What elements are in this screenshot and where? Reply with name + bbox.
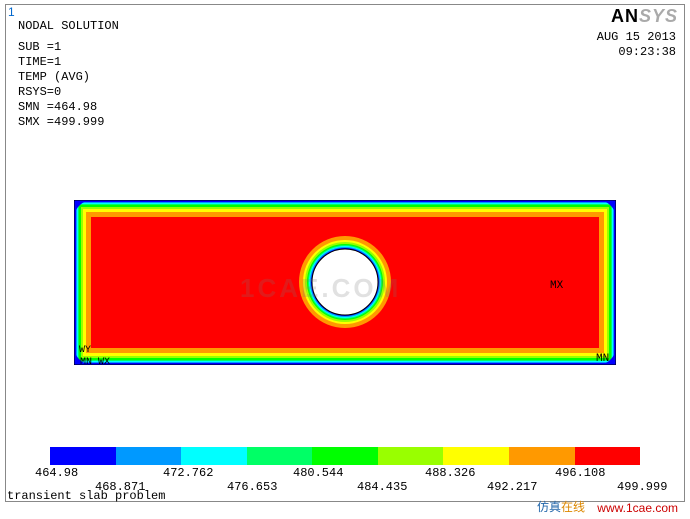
temp-line: TEMP (AVG) xyxy=(18,70,104,85)
tick-8: 496.108 xyxy=(555,466,605,480)
tick-6: 488.326 xyxy=(425,466,475,480)
wx-marker: MN WX xyxy=(80,357,110,368)
tick-4: 480.544 xyxy=(293,466,343,480)
solution-title: NODAL SOLUTION xyxy=(18,19,119,33)
wy-marker: WY xyxy=(79,345,91,356)
plot-caption: transient slab problem xyxy=(7,489,165,503)
tick-2: 472.762 xyxy=(163,466,213,480)
tick-0: 464.98 xyxy=(35,466,78,480)
footer-url: www.1cae.com xyxy=(597,501,678,515)
footer-brand-a: 仿真 xyxy=(537,500,561,514)
legend-swatch-6 xyxy=(378,447,444,465)
window-number: 1 xyxy=(8,5,15,19)
logo-part2: SYS xyxy=(639,6,678,26)
legend-swatch-9 xyxy=(575,447,641,465)
contour-plot xyxy=(74,200,616,365)
legend-swatch-1 xyxy=(50,447,116,465)
tick-9: 499.999 xyxy=(617,480,667,494)
timestamp: AUG 15 2013 09:23:38 xyxy=(597,30,676,60)
smn-line: SMN =464.98 xyxy=(18,100,104,115)
smx-line: SMX =499.999 xyxy=(18,115,104,130)
ansys-logo: ANSYS xyxy=(611,6,678,27)
legend-swatch-4 xyxy=(247,447,313,465)
legend-swatch-2 xyxy=(116,447,182,465)
footer-brand: 仿真在线 xyxy=(537,498,585,515)
result-header: SUB =1 TIME=1 TEMP (AVG) RSYS=0 SMN =464… xyxy=(18,40,104,130)
rsys-line: RSYS=0 xyxy=(18,85,104,100)
contour-svg xyxy=(74,200,616,365)
date: AUG 15 2013 xyxy=(597,30,676,45)
tick-5: 484.435 xyxy=(357,480,407,494)
mn-marker: MN xyxy=(596,353,609,365)
logo-part1: AN xyxy=(611,6,639,26)
time: 09:23:38 xyxy=(597,45,676,60)
footer-brand-b: 在线 xyxy=(561,500,585,514)
time-line: TIME=1 xyxy=(18,55,104,70)
color-legend xyxy=(50,447,640,465)
legend-swatch-5 xyxy=(312,447,378,465)
legend-swatch-3 xyxy=(181,447,247,465)
tick-3: 476.653 xyxy=(227,480,277,494)
tick-7: 492.217 xyxy=(487,480,537,494)
legend-swatch-8 xyxy=(509,447,575,465)
mx-marker: MX xyxy=(550,280,563,292)
legend-swatch-7 xyxy=(443,447,509,465)
sub-line: SUB =1 xyxy=(18,40,104,55)
